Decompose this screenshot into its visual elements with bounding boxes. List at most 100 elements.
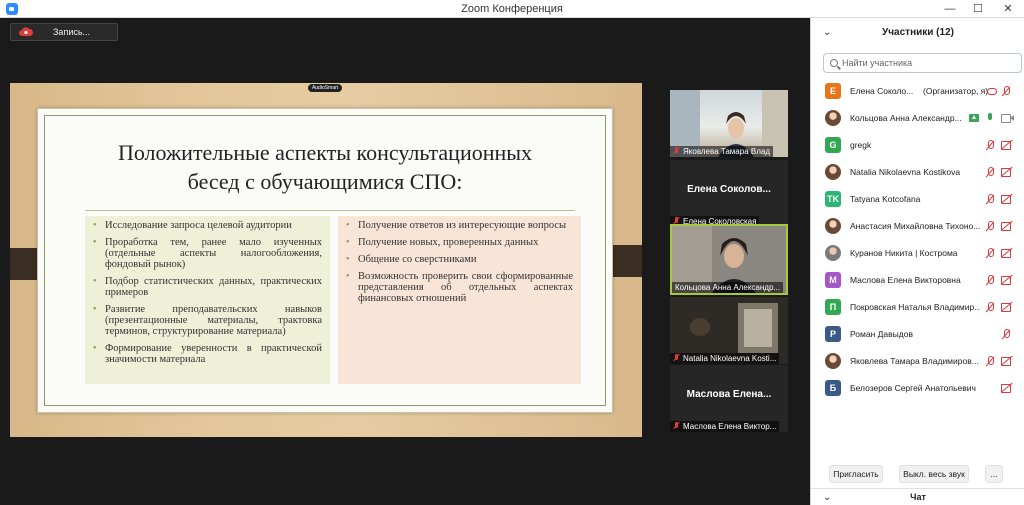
zoom-window: Zoom Конференция — ☐ ✕ Запись... AudioSm… — [0, 0, 1024, 505]
participant-name: Tatyana Kotcofana — [850, 194, 921, 204]
shared-screen: AudioSmart Положительные аспекты консуль… — [10, 83, 642, 437]
slide-bullet: Получение ответов из интересующие вопрос… — [344, 220, 573, 231]
mic-muted-icon[interactable] — [1001, 86, 1011, 97]
participant-name: Кольцова Анна Александр... — [850, 113, 962, 123]
slide-left-column: Исследование запроса целевой аудитории П… — [85, 216, 330, 384]
camera-off-icon[interactable] — [1001, 384, 1013, 393]
mic-muted-icon[interactable] — [985, 194, 995, 205]
tile-caption: Кольцова Анна Александр... — [672, 282, 784, 293]
recording-indicator[interactable]: Запись... — [10, 23, 118, 41]
participant-name: gregk — [850, 140, 872, 150]
recording-label: Запись... — [53, 27, 91, 37]
mic-muted-icon[interactable] — [1001, 329, 1011, 340]
camera-off-icon[interactable] — [1001, 168, 1013, 177]
slide-divider — [85, 210, 575, 211]
participant-row[interactable]: G gregk — [811, 132, 1024, 159]
slide-bullet: Исследование запроса целевой аудитории — [91, 220, 322, 231]
slide-title-line-2: бесед с обучающимися СПО: — [187, 169, 463, 194]
participant-row[interactable]: Анастасия Михайловна Тихоно... — [811, 213, 1024, 240]
tile-display-name: Маслова Елена... — [686, 389, 772, 400]
window-title: Zoom Конференция — [461, 3, 563, 15]
mic-muted-icon[interactable] — [985, 302, 995, 313]
cloud-recording-icon — [19, 27, 33, 36]
video-tile[interactable]: Natalia Nikolaevna Kosti... — [670, 297, 788, 364]
maximize-button[interactable]: ☐ — [964, 0, 992, 18]
chat-section[interactable]: ⌄ Чат — [811, 488, 1024, 505]
participant-name: Елена Соколо... — [850, 86, 914, 96]
participant-name: Покровская Наталья Владимир... — [850, 302, 980, 312]
participant-row[interactable]: Р Роман Давыдов — [811, 321, 1024, 348]
participant-row[interactable]: Кольцова Анна Александр... — [811, 105, 1024, 132]
slide-title: Положительные аспекты консультационных б… — [55, 138, 595, 196]
chat-label: Чат — [910, 492, 926, 502]
close-button[interactable]: ✕ — [994, 0, 1022, 18]
video-tile[interactable]: Елена Соколов... Елена Соколовская — [670, 160, 788, 227]
slide-frame: Положительные аспекты консультационных б… — [44, 115, 606, 406]
video-tile[interactable]: Маслова Елена... Маслова Елена Виктор... — [670, 365, 788, 432]
participant-search-input[interactable]: Найти участника — [823, 53, 1022, 73]
participant-name: Куранов Никита | Кострома — [850, 248, 958, 258]
slide-card: Положительные аспекты консультационных б… — [37, 108, 613, 413]
avatar — [825, 245, 841, 261]
avatar: П — [825, 299, 841, 315]
mic-muted-icon[interactable] — [985, 275, 995, 286]
tile-name: Маслова Елена Виктор... — [683, 422, 777, 431]
avatar: Р — [825, 326, 841, 342]
avatar: G — [825, 137, 841, 153]
title-bar: Zoom Конференция — ☐ ✕ — [0, 0, 1024, 18]
camera-off-icon[interactable] — [1001, 195, 1013, 204]
meeting-area: Запись... AudioSmart Положительные аспек… — [0, 18, 810, 505]
slide-bullet: Проработка тем, ранее мало изученных (от… — [91, 237, 322, 270]
camera-off-icon[interactable] — [1001, 357, 1013, 366]
minimize-button[interactable]: — — [936, 0, 964, 18]
participant-row[interactable]: П Покровская Наталья Владимир... — [811, 294, 1024, 321]
recording-cloud-icon — [987, 88, 997, 95]
participant-row[interactable]: Б Белозеров Сергей Анатольевич — [811, 375, 1024, 402]
search-placeholder: Найти участника — [842, 58, 913, 68]
slide-bullet: Общение со сверстниками — [344, 254, 573, 265]
participant-name: Маслова Елена Викторовна — [850, 275, 961, 285]
avatar — [825, 218, 841, 234]
slide-title-line-1: Положительные аспекты консультационных — [117, 140, 533, 165]
camera-on-icon[interactable] — [1001, 114, 1014, 123]
mic-muted-icon[interactable] — [985, 221, 995, 232]
avatar: Е — [825, 83, 841, 99]
participant-name: Natalia Nikolaevna Kostikova — [850, 167, 961, 177]
camera-off-icon[interactable] — [1001, 303, 1013, 312]
search-icon — [830, 59, 838, 67]
avatar: Б — [825, 380, 841, 396]
mic-muted-icon — [673, 354, 680, 362]
video-tile[interactable]: Яковлева Тамара Влад — [670, 90, 788, 157]
participant-row[interactable]: М Маслова Елена Викторовна — [811, 267, 1024, 294]
camera-off-icon[interactable] — [1001, 249, 1013, 258]
tile-name: Кольцова Анна Александр... — [675, 283, 781, 292]
participant-row[interactable]: Natalia Nikolaevna Kostikova — [811, 159, 1024, 186]
invite-button[interactable]: Пригласить — [829, 465, 883, 483]
avatar: TK — [825, 191, 841, 207]
video-tile-active-speaker[interactable]: Кольцова Анна Александр... — [670, 224, 788, 295]
participant-row[interactable]: TK Tatyana Kotcofana — [811, 186, 1024, 213]
participants-panel: ⌄ Участники (12) Найти участника Е Елена… — [810, 18, 1024, 505]
participant-row[interactable]: Куранов Никита | Кострома — [811, 240, 1024, 267]
host-tag: (Организатор, я) — [923, 86, 989, 96]
slide-bullet: Возможность проверить свои сформированны… — [344, 271, 573, 304]
participant-row[interactable]: Яковлева Тамара Владимиров... — [811, 348, 1024, 375]
camera-off-icon[interactable] — [1001, 141, 1013, 150]
participant-name: Анастасия Михайловна Тихоно... — [850, 221, 980, 231]
mic-on-icon[interactable] — [986, 113, 994, 124]
avatar — [825, 353, 841, 369]
mute-all-button[interactable]: Выкл. весь звук — [899, 465, 969, 483]
participant-name: Роман Давыдов — [850, 329, 913, 339]
mic-muted-icon[interactable] — [985, 248, 995, 259]
mic-muted-icon[interactable] — [985, 167, 995, 178]
mic-muted-icon[interactable] — [985, 356, 995, 367]
camera-off-icon[interactable] — [1001, 222, 1013, 231]
more-options-button[interactable]: ... — [985, 465, 1003, 483]
share-badge: AudioSmart — [308, 84, 342, 92]
mic-muted-icon[interactable] — [985, 140, 995, 151]
participant-row[interactable]: Е Елена Соколо... (Организатор, я) — [811, 78, 1024, 105]
tile-name: Яковлева Тамара Влад — [683, 147, 770, 156]
mic-muted-icon — [673, 422, 680, 430]
screen-share-icon — [969, 114, 979, 122]
camera-off-icon[interactable] — [1001, 276, 1013, 285]
